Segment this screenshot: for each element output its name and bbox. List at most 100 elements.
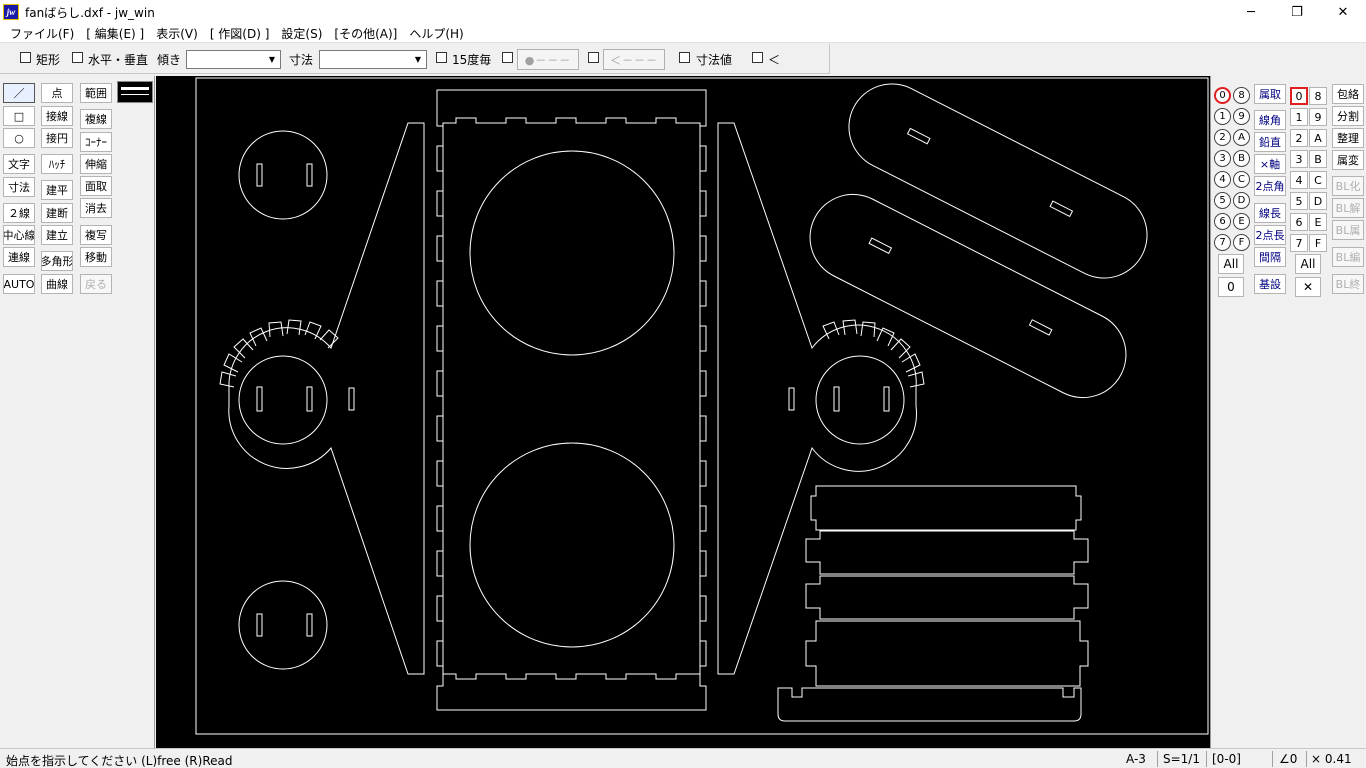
tool-block-end[interactable]: BL終 — [1332, 274, 1364, 294]
tool-erase[interactable]: 消去 — [80, 198, 112, 218]
tool-block-make[interactable]: BL化 — [1332, 176, 1364, 196]
close-icon[interactable]: ✕ — [1295, 277, 1321, 297]
rect-checkbox[interactable] — [20, 52, 31, 63]
layer-group-8[interactable]: 8 — [1233, 87, 1250, 104]
dim-combo[interactable]: ▼ — [319, 50, 427, 69]
tool-two-point-length[interactable]: 2点長 — [1254, 225, 1286, 245]
layer-3[interactable]: 3 — [1290, 150, 1308, 168]
menu-edit[interactable]: [ 編集(E) ] — [80, 25, 150, 42]
line-style-swatch[interactable] — [117, 81, 153, 103]
layer-5[interactable]: 5 — [1290, 192, 1308, 210]
tool-undo[interactable]: 戻る — [80, 274, 112, 294]
layer-group-e[interactable]: E — [1233, 213, 1250, 230]
tool-section[interactable]: 建断 — [41, 203, 73, 223]
deg15-checkbox[interactable] — [436, 52, 447, 63]
tool-x-axis[interactable]: ×軸 — [1254, 154, 1286, 174]
tilt-combo[interactable]: ▼ — [186, 50, 281, 69]
tool-range[interactable]: 範囲 — [80, 83, 112, 103]
tool-two-point-angle[interactable]: 2点角 — [1254, 176, 1286, 196]
tool-line-angle[interactable]: 線角 — [1254, 110, 1286, 130]
arrow-line-button[interactable]: ＜－－－ — [603, 49, 665, 70]
layer-9[interactable]: 9 — [1309, 108, 1327, 126]
hv-checkbox[interactable] — [72, 52, 83, 63]
tool-chamfer[interactable]: 面取 — [80, 176, 112, 196]
tool-plan[interactable]: 建平 — [41, 180, 73, 200]
tool-dimension[interactable]: 寸法 — [3, 177, 35, 197]
tool-block-explode[interactable]: BL解 — [1332, 198, 1364, 218]
tool-hatch[interactable]: ﾊｯﾁ — [41, 154, 73, 174]
layer-a[interactable]: A — [1309, 129, 1327, 147]
tool-text[interactable]: 文字 — [3, 154, 35, 174]
chevron-down-icon[interactable]: ▼ — [411, 52, 425, 67]
layer-group-2[interactable]: 2 — [1214, 129, 1231, 146]
menu-view[interactable]: 表示(V) — [150, 25, 204, 42]
tool-rectangle[interactable]: □ — [3, 106, 35, 126]
layer-1[interactable]: 1 — [1290, 108, 1308, 126]
layer-2[interactable]: 2 — [1290, 129, 1308, 147]
tool-move[interactable]: 移動 — [80, 247, 112, 267]
chevron-down-icon[interactable]: ▼ — [265, 52, 279, 67]
layer-group-3[interactable]: 3 — [1214, 150, 1231, 167]
layer-group-zero-button[interactable]: 0 — [1218, 277, 1244, 297]
layer-group-7[interactable]: 7 — [1214, 234, 1231, 251]
tool-curve[interactable]: 曲線 — [41, 274, 73, 294]
layer-8[interactable]: 8 — [1309, 87, 1327, 105]
dot-line-button[interactable]: ●－－－ — [517, 49, 579, 70]
layer-e[interactable]: E — [1309, 213, 1327, 231]
layer-group-6[interactable]: 6 — [1214, 213, 1231, 230]
menu-other[interactable]: [その他(A)] — [328, 25, 403, 42]
tool-vertical[interactable]: 鉛直 — [1254, 132, 1286, 152]
tool-interval[interactable]: 間隔 — [1254, 247, 1286, 267]
tool-circle[interactable]: ○ — [3, 128, 35, 148]
tool-cleanup[interactable]: 整理 — [1332, 128, 1364, 148]
tool-block-attr[interactable]: BL属 — [1332, 220, 1364, 240]
tool-elevation[interactable]: 建立 — [41, 225, 73, 245]
close-button[interactable]: ✕ — [1320, 0, 1366, 24]
layer-6[interactable]: 6 — [1290, 213, 1308, 231]
tool-base-setting[interactable]: 基設 — [1254, 274, 1286, 294]
layer-group-b[interactable]: B — [1233, 150, 1250, 167]
tool-line-length[interactable]: 線長 — [1254, 203, 1286, 223]
tool-divide[interactable]: 分割 — [1332, 106, 1364, 126]
tool-block-edit[interactable]: BL編 — [1332, 247, 1364, 267]
drawing-canvas[interactable] — [156, 76, 1210, 748]
paper-size[interactable]: A-3 — [1126, 752, 1146, 766]
layer-7[interactable]: 7 — [1290, 234, 1308, 252]
layer-all-button[interactable]: All — [1295, 254, 1321, 274]
layer-group-4[interactable]: 4 — [1214, 171, 1231, 188]
tool-tangent-circle[interactable]: 接円 — [41, 128, 73, 148]
tool-double-line[interactable]: ２線 — [3, 203, 35, 223]
layer-f[interactable]: F — [1309, 234, 1327, 252]
arrow-checkbox[interactable] — [588, 52, 599, 63]
tool-offset[interactable]: 複線 — [80, 109, 112, 129]
menu-file[interactable]: ファイル(F) — [4, 25, 80, 42]
layer-group-1[interactable]: 1 — [1214, 108, 1231, 125]
tool-auto[interactable]: AUTO — [3, 274, 35, 294]
angle-readout[interactable]: ∠0 — [1279, 752, 1297, 766]
tool-line[interactable]: ／ — [3, 83, 35, 103]
layer-group-f[interactable]: F — [1233, 234, 1250, 251]
layer-b[interactable]: B — [1309, 150, 1327, 168]
layer-group-d[interactable]: D — [1233, 192, 1250, 209]
tool-attr-change[interactable]: 属変 — [1332, 150, 1364, 170]
layer-group-0[interactable]: 0 — [1214, 87, 1231, 104]
dimval-checkbox[interactable] — [679, 52, 690, 63]
scale-readout[interactable]: S=1/1 — [1163, 752, 1200, 766]
layer-group-9[interactable]: 9 — [1233, 108, 1250, 125]
layer-group-c[interactable]: C — [1233, 171, 1250, 188]
current-layer-readout[interactable]: [0-0] — [1212, 752, 1241, 766]
menu-settings[interactable]: 設定(S) — [275, 25, 328, 42]
tool-polygon[interactable]: 多角形 — [41, 251, 73, 271]
layer-c[interactable]: C — [1309, 171, 1327, 189]
tool-copy[interactable]: 複写 — [80, 225, 112, 245]
tool-stretch[interactable]: 伸縮 — [80, 154, 112, 174]
menu-draw[interactable]: [ 作図(D) ] — [204, 25, 276, 42]
minimize-button[interactable]: ─ — [1228, 0, 1274, 24]
layer-d[interactable]: D — [1309, 192, 1327, 210]
menu-help[interactable]: ヘルプ(H) — [403, 25, 469, 42]
layer-group-all-button[interactable]: All — [1218, 254, 1244, 274]
layer-0[interactable]: 0 — [1290, 87, 1308, 105]
tool-tangent-line[interactable]: 接線 — [41, 106, 73, 126]
zoom-readout[interactable]: × 0.41 — [1311, 752, 1352, 766]
tool-point[interactable]: 点 — [41, 83, 73, 103]
